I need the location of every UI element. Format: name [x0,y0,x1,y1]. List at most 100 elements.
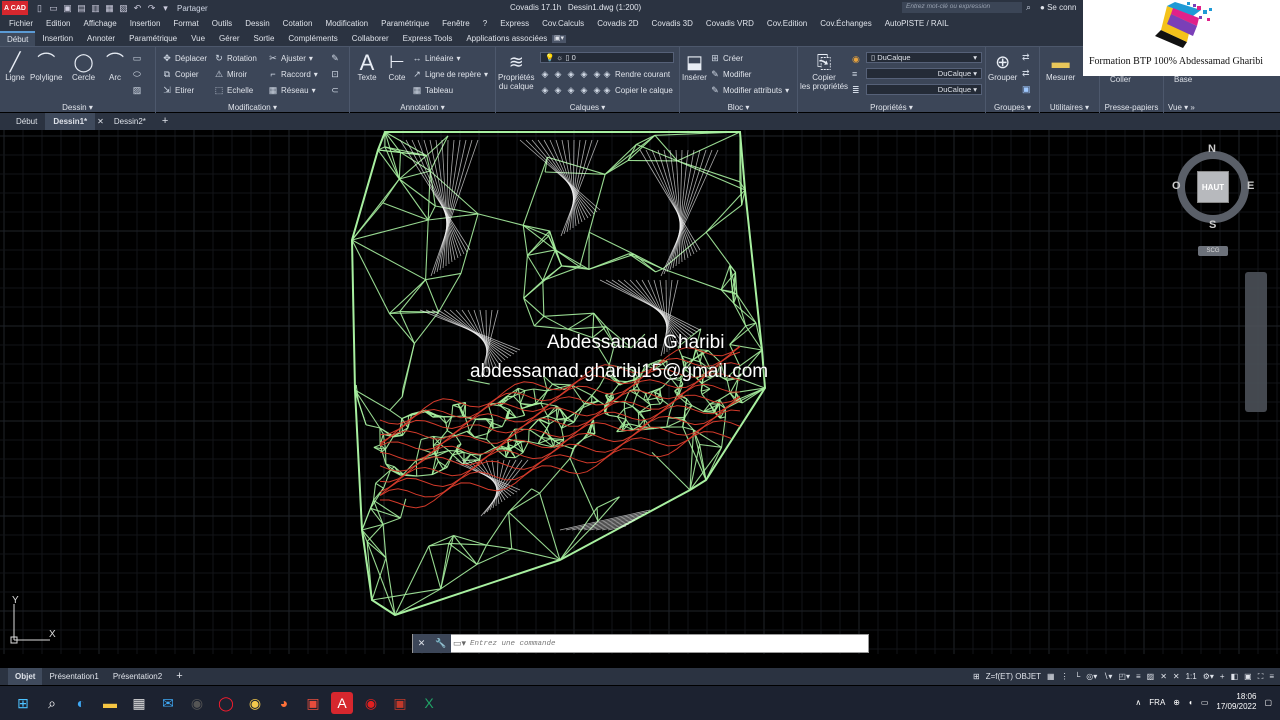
cercle-button[interactable]: ◯ Cercle [72,51,95,83]
rectangle-button[interactable]: ▭ [132,53,142,63]
annotation-visibility-icon[interactable]: ✕ [1160,672,1167,681]
menu-item-10[interactable]: Fenêtre [442,19,470,28]
copier-button[interactable]: ⧉ Copier [162,69,199,79]
menu-item-8[interactable]: Modification [325,19,368,28]
layout-tab-0[interactable]: Objet [8,668,43,685]
menu-item-3[interactable]: Insertion [130,19,161,28]
clean-screen-icon[interactable]: ⛶ [1258,672,1264,682]
erase-button[interactable]: ✎ [330,53,340,63]
menu-item-0[interactable]: Fichier [9,19,33,28]
ribbon-tab-8[interactable]: Collaborer [345,31,396,46]
linetype-dropdown[interactable]: DuCalque ▾ [866,68,982,79]
layout-tab-2[interactable]: Présentation2 [106,668,169,685]
hardware-accel-icon[interactable]: ▣ [1244,672,1252,681]
menu-item-17[interactable]: Cov.Edition [767,19,807,28]
layout-tab-1[interactable]: Présentation1 [42,668,105,685]
steam-icon[interactable]: ◉ [186,692,208,714]
lineweight-dropdown[interactable]: DuCalque ▾ [866,84,982,95]
wrench-icon[interactable]: 🔧 [435,638,446,649]
miroir-button[interactable]: ⚠ Miroir [214,69,247,79]
plot-icon[interactable]: ▧ [118,3,129,14]
proprietes-calque-button[interactable]: ≋ Propriétés du calque [498,51,534,92]
volume-icon[interactable]: ◖ [1188,698,1193,707]
web-save-icon[interactable]: ▥ [90,3,101,14]
modifier-button[interactable]: ✎ Modifier [710,69,751,79]
panel-title-bloc[interactable]: Bloc ▾ [680,103,797,112]
command-history-icon[interactable]: ▭▾ [453,638,466,649]
search-icon[interactable]: ⌕ [1026,2,1031,13]
doc-tab-close-icon[interactable]: ✕ [95,113,106,130]
layer-tools-row2[interactable]: ◈ ◈ ◈ ◈ ◈ [540,85,602,95]
firefox-icon[interactable]: ◕ [273,692,295,714]
ligne-repere-button[interactable]: ↗ Ligne de repère ▾ [412,69,488,79]
offset-button[interactable]: ⊂ [330,85,340,95]
app-logo[interactable]: A CAD [2,1,28,15]
group-select-icon[interactable]: ▣ [1022,84,1031,95]
arc-button[interactable]: ⌒ Arc [104,51,126,83]
battery-icon[interactable]: ▭ [1201,698,1209,707]
autocad-taskbar-icon[interactable]: A [331,692,353,714]
menu-item-1[interactable]: Edition [46,19,70,28]
network-icon[interactable]: ⊕ [1173,698,1180,707]
drawing-svg[interactable] [0,130,1280,654]
etirer-button[interactable]: ⇲ Etirer [162,85,194,95]
menu-item-5[interactable]: Outils [212,19,232,28]
explode-button[interactable]: ⊡ [330,69,340,79]
compass-north[interactable]: N [1208,143,1216,155]
zmode-label[interactable]: Z=f(ET) OBJET [986,672,1041,681]
ribbon-tab-0[interactable]: Début [0,31,36,46]
ucs-menu-button[interactable]: SCG [1198,246,1228,256]
snap-icon[interactable]: ⋮ [1061,672,1069,681]
panel-title-annotation[interactable]: Annotation ▾ [350,103,495,112]
ribbon-tab-7[interactable]: Compléments [281,31,344,46]
autoscale-icon[interactable]: ✕ [1173,672,1180,681]
panel-title-proprietes[interactable]: Propriétés ▾ [798,103,985,112]
menu-item-15[interactable]: Covadis 3D [652,19,693,28]
menu-item-16[interactable]: Covadis VRD [706,19,754,28]
copier-proprietes-button[interactable]: ⎘ Copier les propriétés [800,51,848,92]
panel-title-calques[interactable]: Calques ▾ [496,103,679,112]
compass-east[interactable]: E [1247,180,1254,192]
search-taskbar-icon[interactable]: ⌕ [41,692,63,714]
polar-icon[interactable]: ◎▾ [1086,672,1097,681]
isodraft-icon[interactable]: ∖▾ [1103,672,1112,681]
opera-icon[interactable]: ◯ [215,692,237,714]
tableau-button[interactable]: ▦ Tableau [412,85,453,95]
search-input[interactable]: Entrez mot-clé ou expression [902,2,1022,13]
command-line[interactable]: ✕ 🔧 ▭▾ Entrez une commande [412,634,869,653]
navigation-bar[interactable] [1245,272,1267,412]
coller-button[interactable]: Coller [1110,75,1131,84]
new-file-icon[interactable]: ▯ [34,3,45,14]
ribbon-tab-1[interactable]: Insertion [35,31,80,46]
menu-item-19[interactable]: AutoPISTE / RAIL [885,19,949,28]
redo-icon[interactable]: ↷ [146,3,157,14]
windows-start-icon[interactable]: ⊞ [12,692,34,714]
panel-title-presse-papiers[interactable]: Presse-papiers [1100,103,1163,112]
close-icon[interactable]: ✕ [418,638,426,649]
cote-button[interactable]: ⊢ Cote [386,51,408,83]
mail-icon[interactable]: ✉ [157,692,179,714]
drawing-canvas[interactable] [0,130,1280,654]
menu-item-4[interactable]: Format [173,19,198,28]
plus-icon[interactable]: + [1220,672,1225,681]
workspace-gear-icon[interactable]: ⚙▾ [1203,672,1214,681]
undo-icon[interactable]: ↶ [132,3,143,14]
panel-title-dessin[interactable]: Dessin ▾ [0,103,155,112]
menu-item-2[interactable]: Affichage [83,19,116,28]
save-icon[interactable]: ▣ [62,3,73,14]
new-tab-button[interactable]: + [154,113,176,130]
save-as-icon[interactable]: ▤ [76,3,87,14]
ribbon-options-button[interactable]: ▣▾ [552,35,566,43]
command-input[interactable]: Entrez une commande [470,640,556,648]
rotation-button[interactable]: ↻ Rotation [214,53,257,63]
ribbon-tab-6[interactable]: Sortie [247,31,282,46]
ortho-icon[interactable]: └ [1075,672,1081,681]
doc-tab-0[interactable]: Début [8,113,45,130]
group-edit-icon[interactable]: ⇄ [1022,68,1030,79]
annotation-scale-label[interactable]: 1:1 [1186,672,1197,681]
share-button[interactable]: Partager [177,4,208,13]
panel-title-vue[interactable]: Vue ▾ » [1164,103,1280,112]
signin-button[interactable]: ● Se conn [1040,3,1076,12]
coordinate-mode-icon[interactable]: ⊞ [973,672,980,681]
qat-dropdown-icon[interactable]: ▾ [160,3,171,14]
